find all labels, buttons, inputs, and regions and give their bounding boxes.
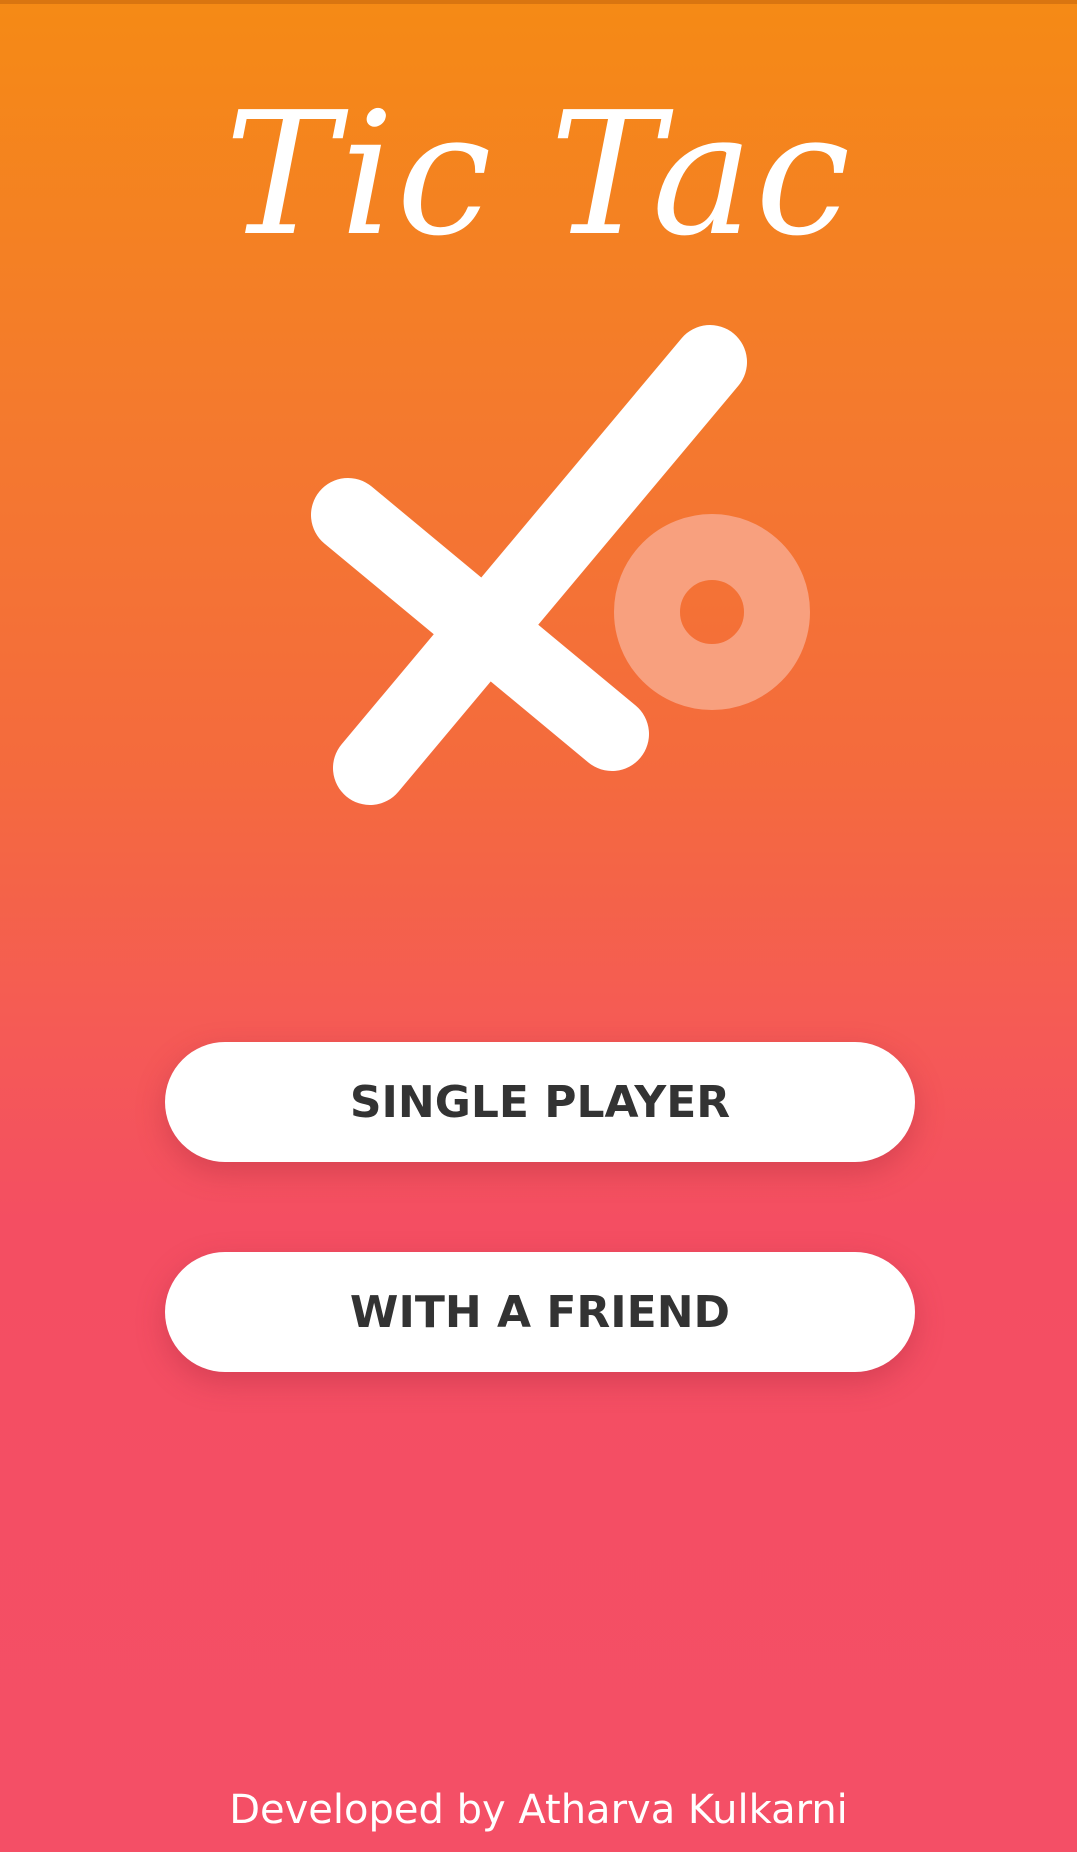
single-player-button[interactable]: SINGLE PLAYER	[165, 1042, 915, 1162]
with-a-friend-label: WITH A FRIEND	[349, 1286, 731, 1338]
logo-o-ring	[614, 514, 810, 710]
with-a-friend-button[interactable]: WITH A FRIEND	[165, 1252, 915, 1372]
status-bar-edge	[0, 0, 1077, 4]
main-menu-screen: Tic Tac SINGLE PLAYER WITH A FRIEND Deve…	[0, 0, 1077, 1852]
x-and-o-logo-icon	[311, 325, 810, 805]
developer-credits: Developed by Atharva Kulkarni	[229, 1787, 848, 1833]
single-player-label: SINGLE PLAYER	[349, 1076, 731, 1128]
app-title: Tic Tac	[224, 76, 853, 274]
